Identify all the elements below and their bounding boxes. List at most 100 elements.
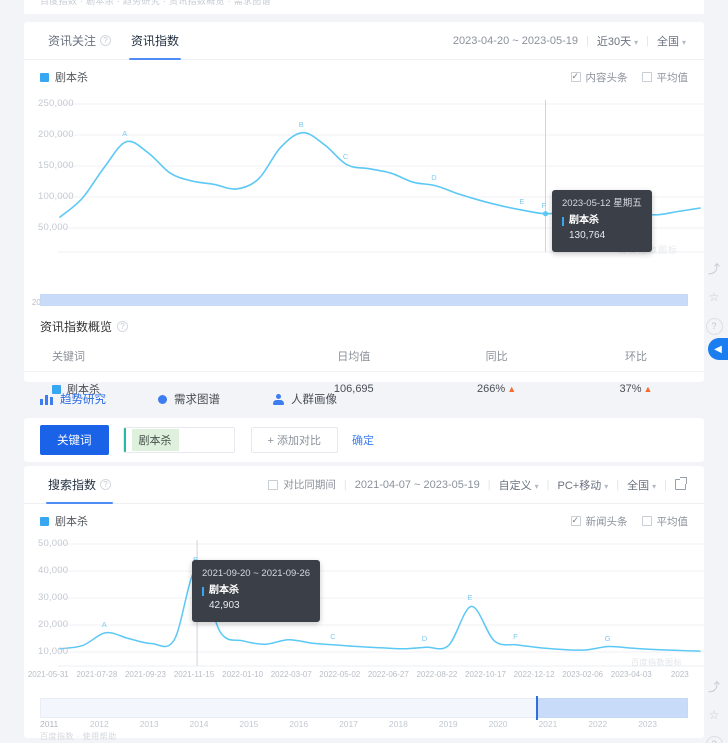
tooltip-color-bar: [562, 217, 564, 226]
brush-year: 2013: [140, 719, 190, 729]
brush-year: 2011: [40, 719, 90, 729]
chevron-down-icon: ▾: [535, 482, 539, 491]
overview-title: 资讯指数概览: [40, 318, 112, 335]
news-period-select[interactable]: 近30天▾: [597, 33, 638, 49]
subnav-label: 人群画像: [291, 391, 337, 407]
search-chart-svg: [24, 534, 704, 676]
brush-year: 2012: [90, 719, 140, 729]
help-icon[interactable]: ?: [100, 35, 111, 46]
keyword-tag[interactable]: 剧本杀: [132, 429, 179, 451]
chart-annotation-C: C: [330, 632, 335, 641]
x-tick-label: 2022-03-07: [267, 670, 316, 679]
brush-year: 2020: [489, 719, 539, 729]
search-device-select[interactable]: PC+移动▾: [558, 477, 609, 493]
brush-year: 2014: [190, 719, 240, 729]
checkbox-compare-period[interactable]: 对比同期间: [268, 477, 336, 492]
chart-annotation-A: A: [102, 620, 107, 629]
search-legend-options: 新闻头条 平均值: [571, 514, 689, 529]
person-icon: [272, 394, 284, 405]
bottom-ghost-text: 百度指数 · 使用帮助: [40, 731, 117, 742]
checkbox-box: [642, 516, 652, 526]
x-tick-label: 2021-09-23: [121, 670, 170, 679]
search-legend-item[interactable]: 剧本杀: [40, 513, 88, 529]
tooltip-date: 2021-09-20 ~ 2021-09-26: [202, 567, 310, 581]
checkbox-average[interactable]: 平均值: [642, 70, 689, 85]
y-tick-40k: 40,000: [38, 565, 68, 576]
chart-annotation-G: G: [605, 634, 611, 643]
question-icon[interactable]: ?: [704, 734, 724, 743]
divider: |: [586, 35, 589, 47]
star-icon[interactable]: ☆: [704, 287, 724, 307]
news-region-select[interactable]: 全国▾: [657, 33, 686, 49]
x-tick-label: 2021-11-15: [170, 670, 219, 679]
x-tick-label: 2023-02-06: [558, 670, 607, 679]
news-legend-item[interactable]: 剧本杀: [40, 69, 88, 85]
brush-year: 2023: [638, 719, 688, 729]
checkbox-content-toutiao[interactable]: 内容头条: [571, 70, 628, 85]
star-icon[interactable]: ☆: [704, 705, 724, 725]
share-icon[interactable]: ⤴: [704, 258, 724, 278]
search-brush[interactable]: 2011201220132014201520162017201820192020…: [40, 694, 688, 728]
subnav-trend-research[interactable]: 趋势研究: [40, 391, 106, 407]
search-tabbar: 搜索指数 ? 对比同期间 | 2021-04-07 ~ 2023-05-19 |…: [24, 466, 704, 504]
news-chart-tooltip: 2023-05-12 星期五 剧本杀 130,764: [552, 190, 652, 252]
help-icon[interactable]: ?: [117, 321, 128, 332]
tab-news-index[interactable]: 资讯指数: [121, 22, 189, 60]
x-tick-label: 2023: [656, 670, 705, 679]
brush-selection[interactable]: [536, 698, 688, 718]
y-tick-20k: 20,000: [38, 619, 68, 630]
checkbox-label: 新闻头条: [586, 514, 628, 529]
chevron-down-icon: ▾: [634, 38, 638, 47]
col-daily-avg: 日均值: [282, 341, 425, 372]
news-legend-options: 内容头条 平均值: [571, 70, 689, 85]
share-icon[interactable]: ⤴: [704, 676, 724, 696]
search-index-chart[interactable]: 50,000 40,000 30,000 20,000 10,000 ABCDE…: [24, 534, 704, 676]
subnav-demand-graph[interactable]: 需求图谱: [158, 391, 220, 407]
brush-year-labels: 2011201220132014201520162017201820192020…: [40, 719, 688, 729]
y-tick-50k: 50,000: [38, 538, 68, 549]
x-tick-label: 2022-10-17: [461, 670, 510, 679]
checkbox-average-2[interactable]: 平均值: [642, 514, 689, 529]
sliver-ghost-text: 百度指数 · 剧本杀 · 趋势研究 · 资讯指数概览 · 需求图谱: [40, 0, 271, 7]
news-date-range: 2023-04-20 ~ 2023-05-19: [453, 35, 578, 47]
tab-news-attention[interactable]: 资讯关注 ?: [38, 22, 121, 60]
search-custom-select[interactable]: 自定义▾: [499, 477, 539, 493]
add-compare-button[interactable]: + 添加对比: [251, 427, 338, 453]
question-circle: ?: [706, 318, 723, 335]
keyword-input[interactable]: 剧本杀: [123, 427, 235, 453]
search-tabbar-controls: 对比同期间 | 2021-04-07 ~ 2023-05-19 | 自定义▾ |…: [268, 477, 690, 493]
x-tick-label: 2021-07-28: [73, 670, 122, 679]
chart-annotation-A: A: [122, 129, 127, 138]
divider: |: [646, 35, 649, 47]
dot-icon: [158, 395, 167, 404]
subnav-audience-profile[interactable]: 人群画像: [272, 391, 337, 407]
checkbox-box: [571, 516, 581, 526]
external-link-icon[interactable]: [675, 479, 686, 490]
brush-handle-left[interactable]: [536, 696, 538, 720]
x-tick-label: 2021-05-31: [24, 670, 73, 679]
tooltip-keyword: 剧本杀: [209, 584, 239, 599]
help-icon[interactable]: ?: [100, 479, 111, 490]
chart-annotation-B: B: [299, 120, 304, 129]
question-icon[interactable]: ?: [704, 316, 724, 336]
x-tick-label: 2022-01-10: [218, 670, 267, 679]
question-circle: ?: [706, 736, 723, 743]
right-rail-bottom: ⤴ ☆ ?: [704, 676, 726, 743]
search-region-select[interactable]: 全国▾: [627, 477, 656, 493]
page-root: 百度指数 · 剧本杀 · 趋势研究 · 资讯指数概览 · 需求图谱 资讯关注 ?…: [0, 0, 728, 743]
chart-annotation-E: E: [467, 593, 472, 602]
chevron-down-icon: ▾: [682, 38, 686, 47]
keyword-button[interactable]: 关键词: [40, 425, 109, 455]
feedback-icon[interactable]: ◀: [708, 338, 728, 360]
confirm-button[interactable]: 确定: [352, 432, 374, 448]
checkbox-news-toutiao[interactable]: 新闻头条: [571, 514, 628, 529]
x-tick-label: 2022-05-02: [315, 670, 364, 679]
y-tick-30k: 30,000: [38, 592, 68, 603]
tab-search-index[interactable]: 搜索指数 ?: [38, 466, 121, 504]
news-index-chart[interactable]: 250,000 200,000 150,000 100,000 50,000 A…: [24, 90, 704, 268]
divider: |: [488, 479, 491, 491]
col-yoy: 同比: [425, 341, 568, 372]
y-tick-150k: 150,000: [38, 160, 74, 171]
search-date-range: 2021-04-07 ~ 2023-05-19: [355, 479, 480, 491]
x-tick-label: 2022-08-22: [413, 670, 462, 679]
